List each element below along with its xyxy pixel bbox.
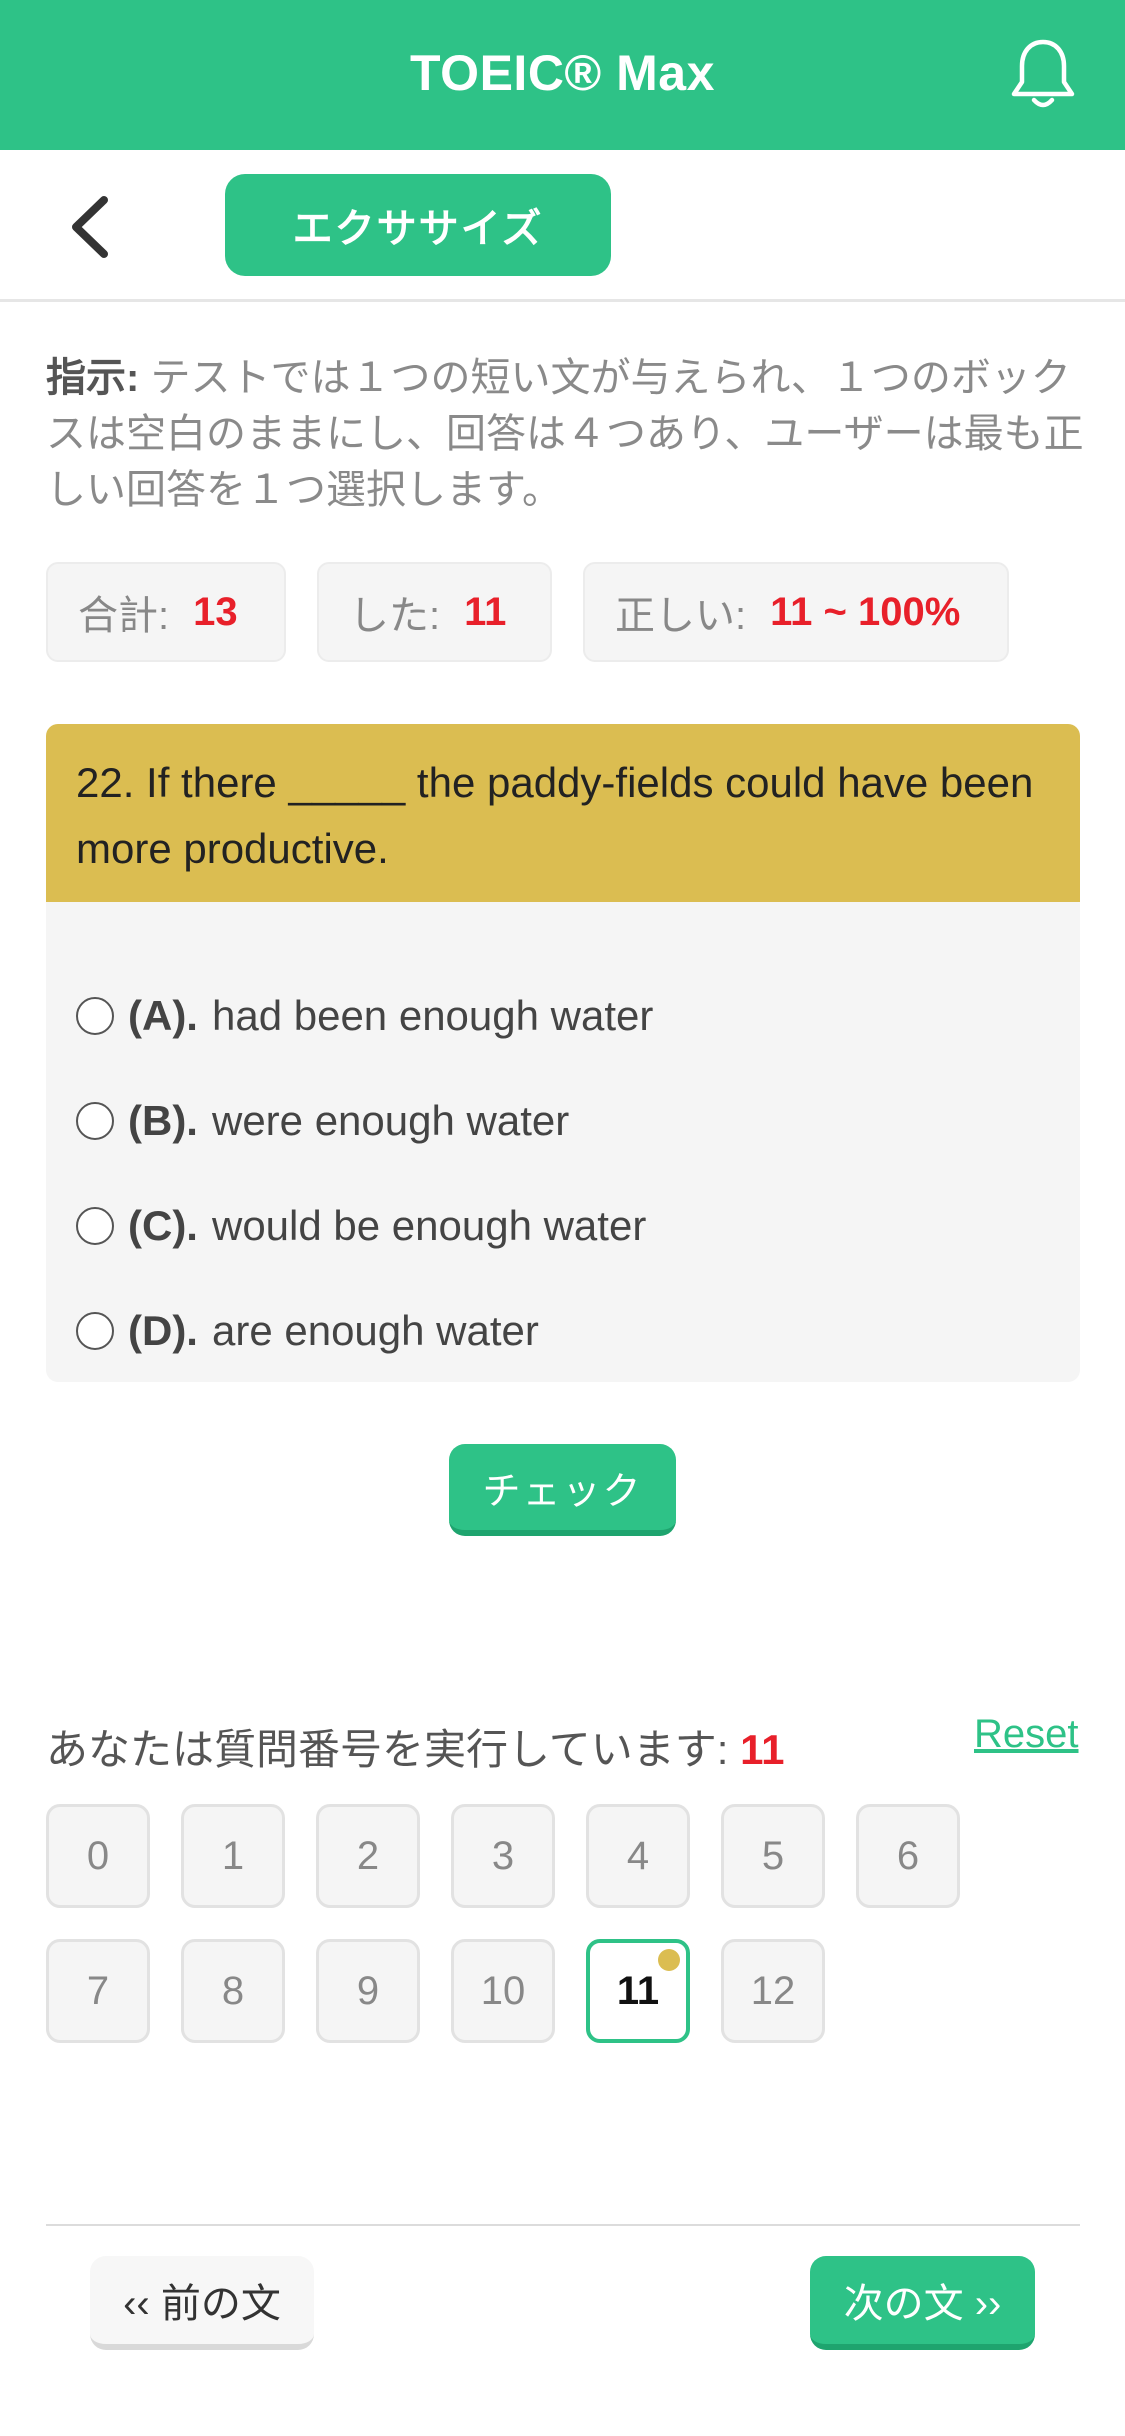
option-letter: (D). — [128, 1307, 198, 1354]
progress-label: あなたは質問番号を実行しています: — [46, 1726, 729, 1773]
question-number-button[interactable]: 4 — [586, 1804, 690, 1908]
stat-total-label: 合計: — [78, 594, 170, 638]
progress-text: あなたは質問番号を実行しています: 11 — [46, 1716, 785, 1777]
app-header: TOEIC® Max — [0, 0, 1125, 150]
option-d[interactable]: (D). are enough water — [76, 1301, 539, 1361]
reset-link[interactable]: Reset — [974, 1712, 1079, 1757]
stat-correct-value: 11 ~ 100% — [770, 589, 961, 634]
instructions-label: 指示: — [46, 356, 140, 400]
app-title: TOEIC® Max — [410, 45, 715, 101]
radio-button[interactable] — [76, 1102, 114, 1140]
question-number-button[interactable]: 8 — [181, 1939, 285, 2043]
stat-done-label: した: — [349, 594, 441, 638]
question-number-button[interactable]: 7 — [46, 1939, 150, 2043]
tab-exercise[interactable]: エクササイズ — [225, 174, 611, 276]
question-number-button[interactable]: 6 — [856, 1804, 960, 1908]
option-letter: (B). — [128, 1097, 198, 1144]
next-sentence-button[interactable]: 次の文 ›› — [810, 2256, 1035, 2350]
option-text: had been enough water — [211, 992, 654, 1039]
question-number-button[interactable]: 0 — [46, 1804, 150, 1908]
current-indicator-dot — [658, 1949, 680, 1971]
question-text: 22. If there _____ the paddy-fields coul… — [46, 724, 1080, 902]
instructions-text: テストでは１つの短い文が与えられ、１つのボックスは空白のままにし、回答は４つあり… — [46, 356, 1084, 512]
question-number-button-current[interactable]: 11 — [586, 1939, 690, 2043]
question-number-button[interactable]: 1 — [181, 1804, 285, 1908]
option-b[interactable]: (B). were enough water — [76, 1091, 569, 1151]
radio-button[interactable] — [76, 1312, 114, 1350]
progress-current: 11 — [740, 1726, 785, 1773]
stat-correct: 正しい: 11 ~ 100% — [583, 562, 1009, 662]
question-number-label: 11 — [616, 1968, 660, 2013]
question-number-button[interactable]: 9 — [316, 1939, 420, 2043]
bell-icon[interactable] — [1008, 36, 1078, 112]
stat-done-value: 11 — [464, 589, 507, 634]
question-number-button[interactable]: 12 — [721, 1939, 825, 2043]
option-c[interactable]: (C). would be enough water — [76, 1196, 646, 1256]
question-number-button[interactable]: 10 — [451, 1939, 555, 2043]
prev-sentence-button[interactable]: ‹‹ 前の文 — [90, 2256, 314, 2350]
option-letter: (A). — [128, 992, 198, 1039]
option-text: were enough water — [211, 1097, 570, 1144]
option-letter: (C). — [128, 1202, 198, 1249]
check-button[interactable]: チェック — [449, 1444, 676, 1536]
radio-button[interactable] — [76, 997, 114, 1035]
instructions: 指示: テストでは１つの短い文が与えられ、１つのボックスは空白のままにし、回答は… — [46, 350, 1086, 518]
back-arrow-icon[interactable] — [60, 192, 120, 262]
option-text: are enough water — [211, 1307, 539, 1354]
question-number-button[interactable]: 5 — [721, 1804, 825, 1908]
radio-button[interactable] — [76, 1207, 114, 1245]
option-a[interactable]: (A). had been enough water — [76, 986, 653, 1046]
question-number-button[interactable]: 2 — [316, 1804, 420, 1908]
stat-done: した: 11 — [317, 562, 552, 662]
option-text: would be enough water — [211, 1202, 647, 1249]
sub-header: エクササイズ — [0, 150, 1125, 302]
divider — [46, 2224, 1080, 2226]
stat-correct-label: 正しい: — [615, 594, 747, 638]
stat-total: 合計: 13 — [46, 562, 286, 662]
stat-total-value: 13 — [193, 589, 238, 634]
question-number-button[interactable]: 3 — [451, 1804, 555, 1908]
question-card: 22. If there _____ the paddy-fields coul… — [46, 724, 1080, 1382]
